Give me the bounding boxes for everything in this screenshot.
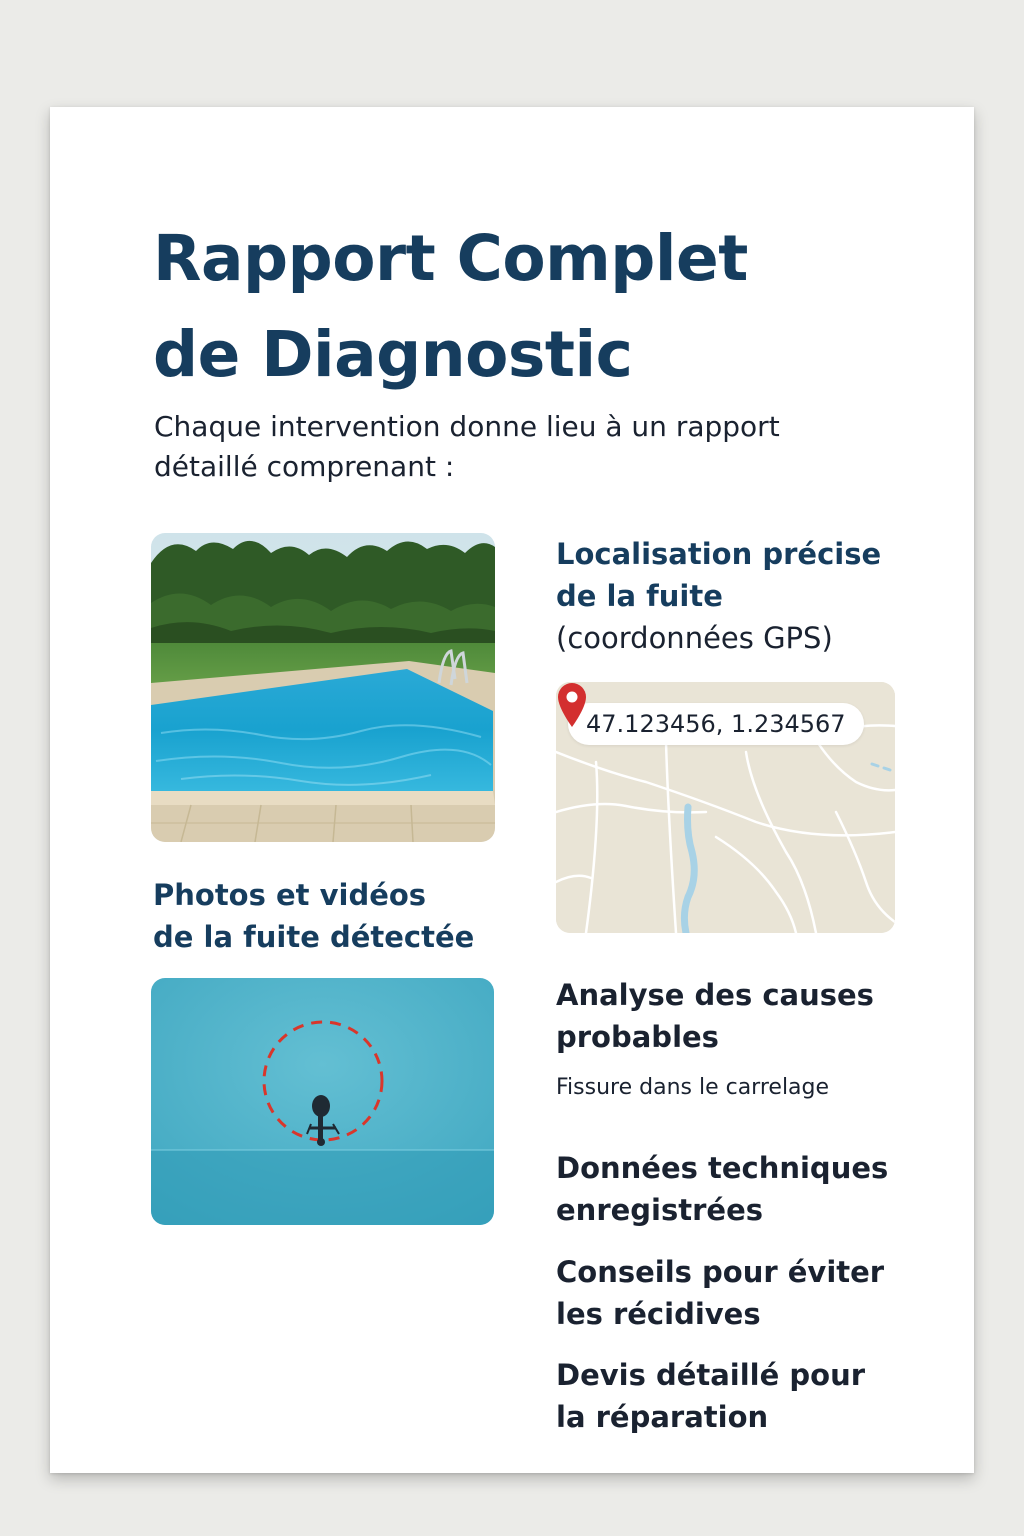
analyse-line-1: Analyse des causes xyxy=(556,978,874,1012)
devis-line-2: la réparation xyxy=(556,1400,769,1434)
conseils-line-2: les récidives xyxy=(556,1297,761,1331)
leak-photo-image xyxy=(151,978,494,1225)
probable-cause-text: Fissure dans le carrelage xyxy=(556,1075,830,1100)
localisation-line-2: de la fuite xyxy=(556,579,723,613)
conseils-line-1: Conseils pour éviter xyxy=(556,1255,885,1289)
devis-line-1: Devis détaillé pour xyxy=(556,1358,866,1392)
analyse-line-2: probables xyxy=(556,1020,719,1054)
analyse-heading: Analyse des causes probables xyxy=(556,974,874,1058)
gps-coordinates: 47.123456, 1.234567 xyxy=(568,703,864,745)
photos-heading: Photos et vidéos de la fuite détectée xyxy=(153,874,474,958)
photos-line-1: Photos et vidéos xyxy=(153,878,427,912)
report-sheet: Rapport Complet de Diagnostic Chaque int… xyxy=(50,107,974,1473)
location-pin-icon xyxy=(558,683,586,727)
localisation-line-3: (coordonnées GPS) xyxy=(556,621,833,655)
devis-heading: Devis détaillé pour la réparation xyxy=(556,1354,865,1438)
page-title: Rapport Complet de Diagnostic xyxy=(153,211,748,403)
leak-photo xyxy=(151,978,494,1225)
title-line-2: de Diagnostic xyxy=(153,318,633,391)
donnees-heading: Données techniques enregistrées xyxy=(556,1147,888,1231)
gps-map: 47.123456, 1.234567 xyxy=(556,682,895,933)
conseils-heading: Conseils pour éviter les récidives xyxy=(556,1251,884,1335)
donnees-line-1: Données techniques xyxy=(556,1151,889,1185)
intro-line-1: Chaque intervention donne lieu à un rapp… xyxy=(154,410,780,443)
photos-line-2: de la fuite détectée xyxy=(153,920,475,954)
title-line-1: Rapport Complet xyxy=(153,222,748,295)
localisation-heading: Localisation précise de la fuite (coordo… xyxy=(556,533,881,659)
pool-photo-image xyxy=(151,533,495,842)
intro-line-2: détaillé comprenant : xyxy=(154,450,455,483)
pool-photo xyxy=(151,533,495,842)
donnees-line-2: enregistrées xyxy=(556,1193,764,1227)
localisation-line-1: Localisation précise xyxy=(556,537,882,571)
intro-text: Chaque intervention donne lieu à un rapp… xyxy=(154,407,780,487)
